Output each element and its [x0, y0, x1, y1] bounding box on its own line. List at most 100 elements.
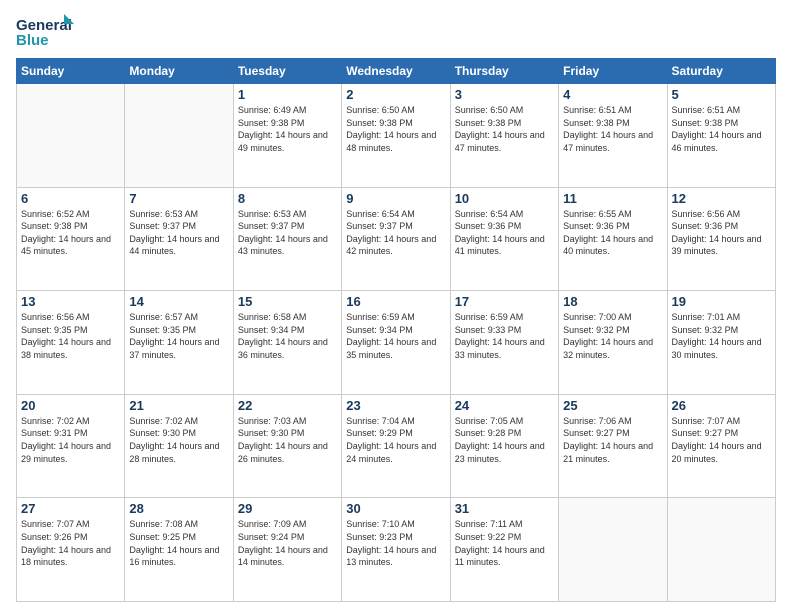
day-info: Sunrise: 6:53 AMSunset: 9:37 PMDaylight:… [129, 208, 228, 258]
calendar-cell: 15 Sunrise: 6:58 AMSunset: 9:34 PMDayligh… [233, 291, 341, 395]
day-number: 31 [455, 501, 554, 516]
day-info: Sunrise: 7:08 AMSunset: 9:25 PMDaylight:… [129, 518, 228, 568]
calendar-cell [559, 498, 667, 602]
day-info: Sunrise: 7:02 AMSunset: 9:31 PMDaylight:… [21, 415, 120, 465]
weekday-header-friday: Friday [559, 59, 667, 84]
day-number: 17 [455, 294, 554, 309]
day-info: Sunrise: 7:06 AMSunset: 9:27 PMDaylight:… [563, 415, 662, 465]
day-number: 21 [129, 398, 228, 413]
svg-text:Blue: Blue [16, 32, 49, 49]
day-info: Sunrise: 6:55 AMSunset: 9:36 PMDaylight:… [563, 208, 662, 258]
calendar-cell: 30 Sunrise: 7:10 AMSunset: 9:23 PMDayligh… [342, 498, 450, 602]
day-info: Sunrise: 6:49 AMSunset: 9:38 PMDaylight:… [238, 104, 337, 154]
weekday-header-sunday: Sunday [17, 59, 125, 84]
day-number: 15 [238, 294, 337, 309]
week-row-5: 27 Sunrise: 7:07 AMSunset: 9:26 PMDayligh… [17, 498, 776, 602]
day-info: Sunrise: 6:54 AMSunset: 9:36 PMDaylight:… [455, 208, 554, 258]
day-number: 13 [21, 294, 120, 309]
day-number: 19 [672, 294, 771, 309]
calendar-cell: 17 Sunrise: 6:59 AMSunset: 9:33 PMDayligh… [450, 291, 558, 395]
day-number: 29 [238, 501, 337, 516]
weekday-header-monday: Monday [125, 59, 233, 84]
day-info: Sunrise: 7:10 AMSunset: 9:23 PMDaylight:… [346, 518, 445, 568]
calendar-cell: 19 Sunrise: 7:01 AMSunset: 9:32 PMDayligh… [667, 291, 775, 395]
day-info: Sunrise: 7:01 AMSunset: 9:32 PMDaylight:… [672, 311, 771, 361]
day-info: Sunrise: 7:05 AMSunset: 9:28 PMDaylight:… [455, 415, 554, 465]
day-info: Sunrise: 7:03 AMSunset: 9:30 PMDaylight:… [238, 415, 337, 465]
page: GeneralBlue SundayMondayTuesdayWednesday… [0, 0, 792, 612]
calendar-cell: 10 Sunrise: 6:54 AMSunset: 9:36 PMDayligh… [450, 187, 558, 291]
day-number: 18 [563, 294, 662, 309]
day-info: Sunrise: 7:07 AMSunset: 9:27 PMDaylight:… [672, 415, 771, 465]
day-number: 10 [455, 191, 554, 206]
logo-svg: GeneralBlue [16, 14, 76, 50]
week-row-4: 20 Sunrise: 7:02 AMSunset: 9:31 PMDayligh… [17, 394, 776, 498]
day-info: Sunrise: 7:00 AMSunset: 9:32 PMDaylight:… [563, 311, 662, 361]
day-info: Sunrise: 6:54 AMSunset: 9:37 PMDaylight:… [346, 208, 445, 258]
day-number: 11 [563, 191, 662, 206]
day-number: 8 [238, 191, 337, 206]
calendar-cell: 12Sunrise: 6:56 AMSunset: 9:36 PMDayligh… [667, 187, 775, 291]
weekday-header-thursday: Thursday [450, 59, 558, 84]
day-number: 4 [563, 87, 662, 102]
day-number: 20 [21, 398, 120, 413]
header: GeneralBlue [16, 14, 776, 50]
weekday-header-tuesday: Tuesday [233, 59, 341, 84]
day-info: Sunrise: 7:07 AMSunset: 9:26 PMDaylight:… [21, 518, 120, 568]
day-number: 1 [238, 87, 337, 102]
weekday-header-saturday: Saturday [667, 59, 775, 84]
day-number: 26 [672, 398, 771, 413]
day-number: 5 [672, 87, 771, 102]
calendar-cell: 29 Sunrise: 7:09 AMSunset: 9:24 PMDayligh… [233, 498, 341, 602]
calendar-cell: 23Sunrise: 7:04 AMSunset: 9:29 PMDayligh… [342, 394, 450, 498]
day-info: Sunrise: 6:58 AMSunset: 9:34 PMDaylight:… [238, 311, 337, 361]
day-info: Sunrise: 6:57 AMSunset: 9:35 PMDaylight:… [129, 311, 228, 361]
day-info: Sunrise: 7:11 AMSunset: 9:22 PMDaylight:… [455, 518, 554, 568]
day-number: 6 [21, 191, 120, 206]
day-info: Sunrise: 6:59 AMSunset: 9:34 PMDaylight:… [346, 311, 445, 361]
calendar-cell: 24Sunrise: 7:05 AMSunset: 9:28 PMDayligh… [450, 394, 558, 498]
calendar-cell: 13 Sunrise: 6:56 AMSunset: 9:35 PMDayligh… [17, 291, 125, 395]
day-info: Sunrise: 6:59 AMSunset: 9:33 PMDaylight:… [455, 311, 554, 361]
day-number: 7 [129, 191, 228, 206]
calendar-cell: 21 Sunrise: 7:02 AMSunset: 9:30 PMDayligh… [125, 394, 233, 498]
day-info: Sunrise: 6:50 AMSunset: 9:38 PMDaylight:… [346, 104, 445, 154]
week-row-1: 1 Sunrise: 6:49 AMSunset: 9:38 PMDaylight… [17, 84, 776, 188]
day-info: Sunrise: 6:52 AMSunset: 9:38 PMDaylight:… [21, 208, 120, 258]
logo: GeneralBlue [16, 14, 76, 50]
week-row-2: 6 Sunrise: 6:52 AMSunset: 9:38 PMDaylight… [17, 187, 776, 291]
calendar-cell [125, 84, 233, 188]
day-info: Sunrise: 6:56 AMSunset: 9:35 PMDaylight:… [21, 311, 120, 361]
day-info: Sunrise: 6:51 AMSunset: 9:38 PMDaylight:… [672, 104, 771, 154]
week-row-3: 13 Sunrise: 6:56 AMSunset: 9:35 PMDayligh… [17, 291, 776, 395]
day-info: Sunrise: 7:09 AMSunset: 9:24 PMDaylight:… [238, 518, 337, 568]
calendar-cell: 27 Sunrise: 7:07 AMSunset: 9:26 PMDayligh… [17, 498, 125, 602]
day-number: 3 [455, 87, 554, 102]
calendar-cell: 3Sunrise: 6:50 AMSunset: 9:38 PMDaylight… [450, 84, 558, 188]
calendar-cell: 9 Sunrise: 6:54 AMSunset: 9:37 PMDaylight… [342, 187, 450, 291]
day-number: 14 [129, 294, 228, 309]
day-number: 16 [346, 294, 445, 309]
day-number: 2 [346, 87, 445, 102]
calendar-cell: 20 Sunrise: 7:02 AMSunset: 9:31 PMDayligh… [17, 394, 125, 498]
day-number: 23 [346, 398, 445, 413]
day-number: 28 [129, 501, 228, 516]
day-number: 9 [346, 191, 445, 206]
calendar-cell: 31 Sunrise: 7:11 AMSunset: 9:22 PMDayligh… [450, 498, 558, 602]
calendar-cell: 8Sunrise: 6:53 AMSunset: 9:37 PMDaylight… [233, 187, 341, 291]
day-number: 12 [672, 191, 771, 206]
day-number: 27 [21, 501, 120, 516]
day-info: Sunrise: 6:51 AMSunset: 9:38 PMDaylight:… [563, 104, 662, 154]
day-info: Sunrise: 7:02 AMSunset: 9:30 PMDaylight:… [129, 415, 228, 465]
calendar-cell: 4 Sunrise: 6:51 AMSunset: 9:38 PMDaylight… [559, 84, 667, 188]
calendar-cell: 18 Sunrise: 7:00 AMSunset: 9:32 PMDayligh… [559, 291, 667, 395]
calendar-cell: 25Sunrise: 7:06 AMSunset: 9:27 PMDayligh… [559, 394, 667, 498]
calendar-cell: 2 Sunrise: 6:50 AMSunset: 9:38 PMDaylight… [342, 84, 450, 188]
weekday-header-row: SundayMondayTuesdayWednesdayThursdayFrid… [17, 59, 776, 84]
calendar-cell: 11 Sunrise: 6:55 AMSunset: 9:36 PMDayligh… [559, 187, 667, 291]
calendar-cell [667, 498, 775, 602]
calendar: SundayMondayTuesdayWednesdayThursdayFrid… [16, 58, 776, 602]
weekday-header-wednesday: Wednesday [342, 59, 450, 84]
calendar-cell: 6 Sunrise: 6:52 AMSunset: 9:38 PMDaylight… [17, 187, 125, 291]
day-number: 30 [346, 501, 445, 516]
